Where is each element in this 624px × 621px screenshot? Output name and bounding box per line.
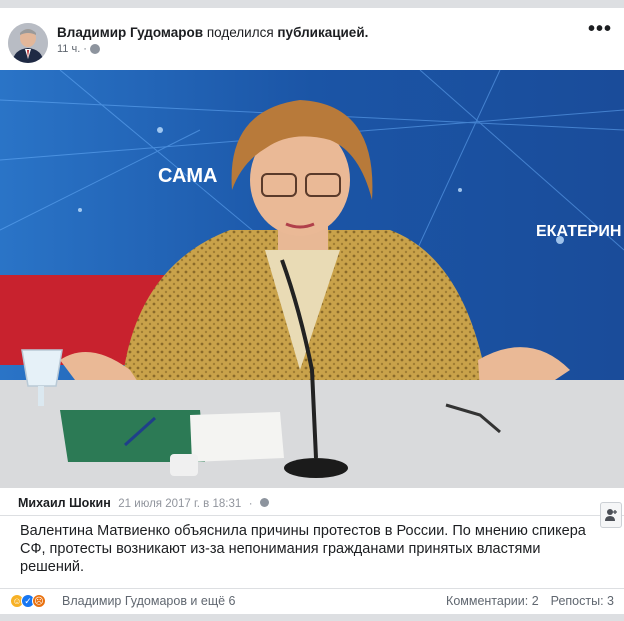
share-target-link[interactable]: публикацией. (277, 25, 368, 40)
backdrop-text-right: ЕКАТЕРИН (536, 223, 621, 240)
post-author-line: Владимир Гудомаров поделился публикацией… (57, 25, 368, 40)
shared-globe-icon (260, 498, 270, 507)
meta-separator: · (83, 43, 87, 55)
shared-post-byline: Михаил Шокин 21 июля 2017 г. в 18:31 · (18, 496, 270, 510)
reaction-icons[interactable]: ☺ ✓ ☹ (10, 594, 46, 608)
angry-icon: ☹ (32, 594, 46, 608)
bottom-divider (0, 614, 624, 621)
post-footer: ☺ ✓ ☹ Владимир Гудомаров и ещё 6 Коммент… (0, 588, 624, 614)
add-friend-button[interactable] (600, 502, 622, 528)
post-author-name[interactable]: Владимир Гудомаров (57, 25, 203, 40)
post-counts: Комментарии: 2 Репосты: 3 (446, 594, 614, 608)
shared-post-body: Валентина Матвиенко объяснила причины пр… (0, 502, 624, 590)
comments-count[interactable]: Комментарии: 2 (446, 594, 539, 608)
reposts-count[interactable]: Репосты: 3 (551, 594, 614, 608)
shared-post-text: Валентина Матвиенко объяснила причины пр… (20, 523, 586, 575)
author-avatar[interactable] (8, 23, 48, 63)
reactors-text[interactable]: Владимир Гудомаров и ещё 6 (62, 594, 236, 608)
shared-post-header: Михаил Шокин 21 июля 2017 г. в 18:31 · (0, 488, 624, 516)
top-divider (0, 0, 624, 8)
shared-author-name[interactable]: Михаил Шокин (18, 496, 111, 510)
shared-post-date[interactable]: 21 июля 2017 г. в 18:31 (118, 498, 241, 510)
share-text: поделился (206, 25, 274, 40)
globe-icon (89, 44, 100, 54)
post-timestamp[interactable]: 11 ч. (57, 43, 80, 55)
add-friend-icon (605, 509, 617, 521)
post-photo[interactable]: САМА ЕКАТЕРИН (0, 70, 624, 488)
post-header: Владимир Гудомаров поделился публикацией… (0, 8, 624, 70)
post-meta: 11 ч. · (57, 43, 100, 55)
avatar-portrait (8, 23, 48, 63)
more-options-button[interactable]: ••• (588, 19, 612, 44)
shared-separator: · (248, 498, 253, 510)
photo-illustration: САМА ЕКАТЕРИН (0, 70, 624, 488)
backdrop-text-left: САМА (158, 165, 218, 187)
